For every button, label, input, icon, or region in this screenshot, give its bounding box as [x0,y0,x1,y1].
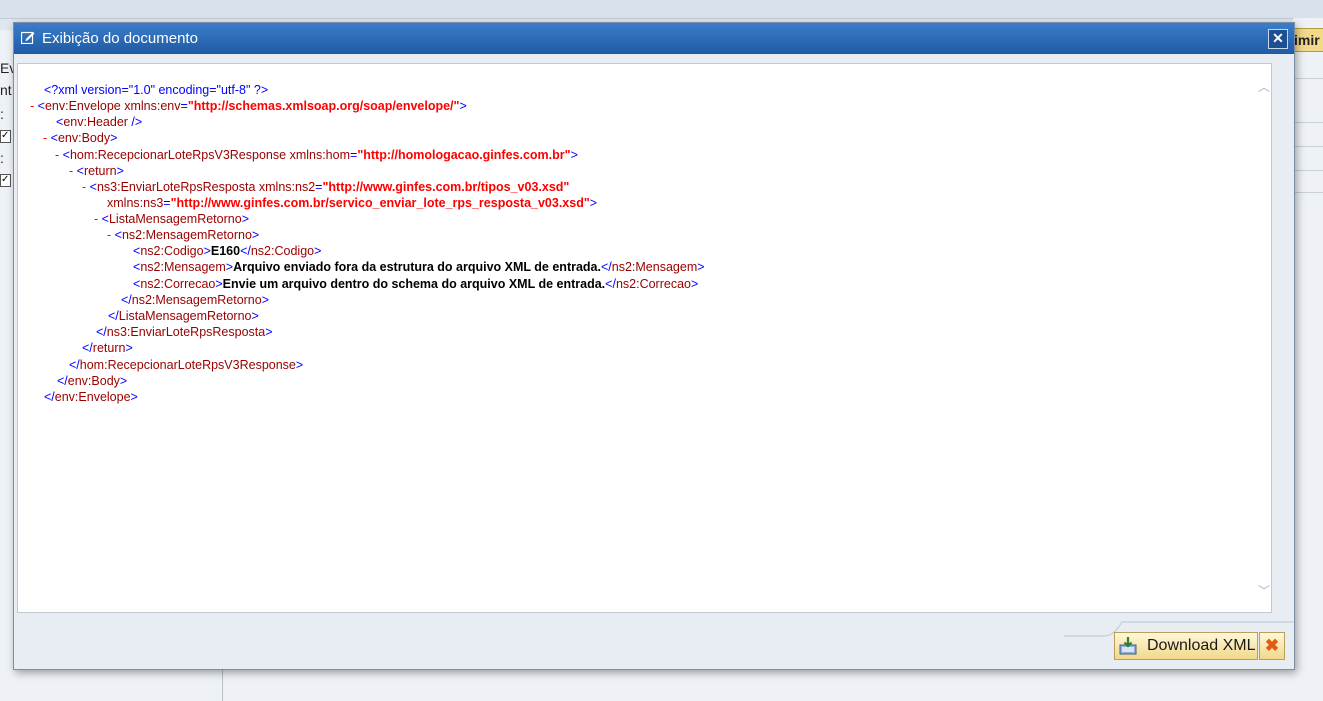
close-button[interactable]: ✕ [1268,29,1288,49]
background-fragment: : [0,150,4,166]
document-edit-icon [21,31,35,44]
xml-line: </ns2:MensagemRetorno> [121,293,270,307]
scroll-down-icon[interactable]: ﹀ [1256,584,1272,598]
xml-line: - <ns2:MensagemRetorno> [107,228,260,242]
close-icon: ✕ [1272,30,1284,46]
xml-line: </env:Envelope> [44,390,138,404]
xml-line: - <env:Body> [43,131,118,145]
xml-line: <env:Header /> [56,115,143,129]
background-right-panel [1293,18,1323,700]
collapse-toggle[interactable]: - [82,180,86,194]
collapse-toggle[interactable]: - [107,228,111,242]
xml-line: - <hom:RecepcionarLoteRpsV3Response xmln… [55,148,578,162]
xml-line: - <ListaMensagemRetorno> [94,212,249,226]
background-top-bar [0,0,1323,19]
background-checkbox[interactable]: ✓ [0,130,11,143]
xml-line: </return> [82,341,133,355]
xml-line: <ns2:Mensagem>Arquivo enviado fora da es… [133,260,705,274]
background-checkbox[interactable]: ✓ [0,174,11,187]
background-print-button[interactable]: imir [1293,28,1323,52]
collapse-toggle[interactable]: - [94,212,98,226]
dialog-title: Exibição do documento [42,30,198,47]
collapse-toggle[interactable]: - [43,131,47,145]
xml-line: - <return> [69,164,124,178]
xml-viewer[interactable]: ︿ ﹀ <?xml version="1.0" encoding="utf-8"… [17,63,1272,613]
xml-line: </ns3:EnviarLoteRpsResposta> [96,325,273,339]
background-fragment: : [0,106,4,122]
xml-line: <ns2:Codigo>E160</ns2:Codigo> [133,244,322,258]
xml-line: - <env:Envelope xmlns:env="http://schema… [30,99,467,113]
cancel-icon: ✖ [1264,636,1280,655]
download-icon [1119,637,1137,655]
xml-line: </hom:RecepcionarLoteRpsV3Response> [69,358,304,372]
download-xml-label: Download XML [1147,637,1256,654]
dialog-title-bar[interactable]: Exibição do documento ✕ [14,23,1294,54]
collapse-toggle[interactable]: - [55,148,59,162]
scroll-up-icon[interactable]: ︿ [1256,80,1272,94]
xml-line: </ListaMensagemRetorno> [108,309,259,323]
xml-line: </env:Body> [57,374,128,388]
cancel-button[interactable]: ✖ [1259,632,1285,660]
xml-line: <ns2:Correcao>Envie um arquivo dentro do… [133,277,699,291]
xml-line: - <ns3:EnviarLoteRpsResposta xmlns:ns2="… [82,180,570,194]
download-xml-button[interactable]: Download XML [1114,632,1258,660]
xml-line: xmlns:ns3="http://www.ginfes.com.br/serv… [107,196,598,210]
collapse-toggle[interactable]: - [69,164,73,178]
xml-line: <?xml version="1.0" encoding="utf-8" ?> [44,83,269,97]
background-fragment: nt [0,82,12,98]
document-view-dialog: Exibição do documento ✕ ︿ ﹀ <?xml versio… [13,22,1295,670]
background-bottom-area [0,668,1323,701]
collapse-toggle[interactable]: - [30,99,34,113]
